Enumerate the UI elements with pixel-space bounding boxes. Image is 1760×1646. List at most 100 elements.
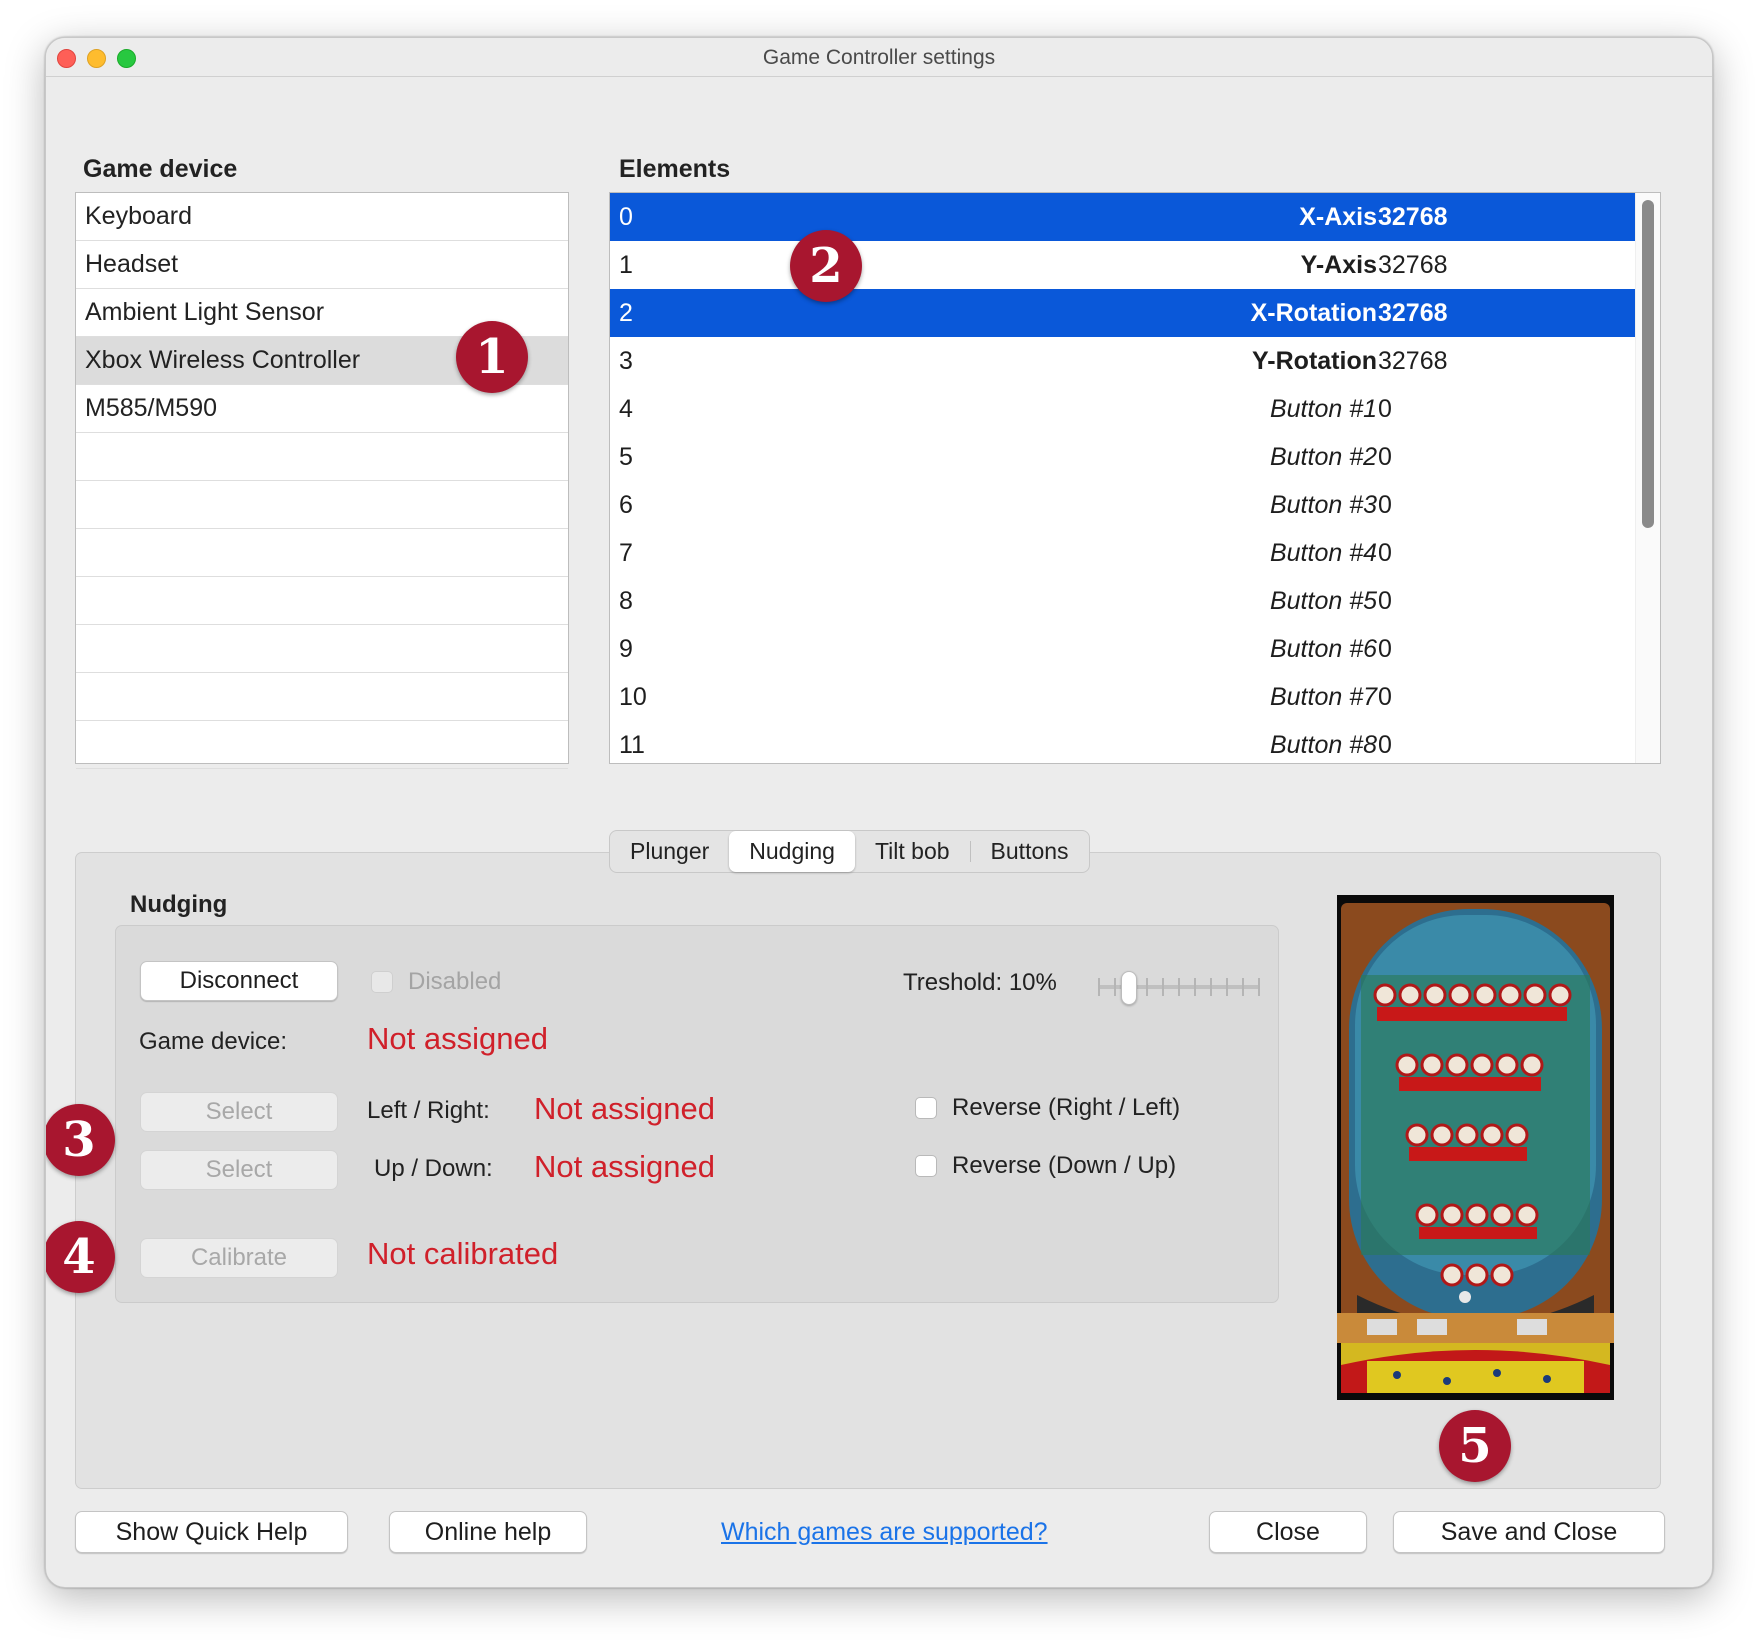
element-value: 0: [1378, 683, 1392, 711]
element-index: 10: [619, 683, 647, 711]
game-device-status: Not assigned: [367, 1021, 548, 1056]
disconnect-button[interactable]: Disconnect: [140, 961, 338, 1001]
game-device-item[interactable]: [76, 433, 568, 481]
element-row[interactable]: 4 Button #1 0: [610, 385, 1660, 433]
pinball-table-preview: [1337, 895, 1614, 1400]
slider-tick: [1146, 978, 1148, 996]
reverse-down-up-checkbox[interactable]: [915, 1155, 937, 1177]
calibrate-button[interactable]: Calibrate: [140, 1238, 338, 1278]
slider-tick: [1210, 978, 1212, 996]
reverse-right-left-checkbox[interactable]: [915, 1097, 937, 1119]
slider-tick: [1162, 978, 1164, 996]
element-name: Button #4: [1269, 539, 1377, 567]
up-down-label: Up / Down:: [374, 1155, 493, 1182]
save-and-close-button[interactable]: Save and Close: [1393, 1511, 1665, 1553]
element-value: 0: [1378, 635, 1392, 663]
disabled-label: Disabled: [408, 968, 502, 995]
callout-marker-5: 5: [1439, 1410, 1511, 1482]
element-name: Button #6: [1269, 635, 1377, 663]
element-value: 32768: [1378, 251, 1448, 279]
nudging-heading: Nudging: [130, 891, 228, 918]
calibration-status: Not calibrated: [367, 1236, 559, 1271]
close-button[interactable]: Close: [1209, 1511, 1367, 1553]
game-device-item[interactable]: Keyboard: [76, 193, 568, 241]
element-name: Button #7: [1269, 683, 1377, 711]
reverse-down-up-label: Reverse (Down / Up): [952, 1152, 1177, 1179]
select-up-down-button[interactable]: Select: [140, 1150, 338, 1190]
element-row[interactable]: 9 Button #6 0: [610, 625, 1660, 673]
element-row[interactable]: 1 Y-Axis 32768: [610, 241, 1660, 289]
game-device-item[interactable]: Headset: [76, 241, 568, 289]
show-quick-help-button[interactable]: Show Quick Help: [75, 1511, 348, 1553]
callout-marker-4: 4: [46, 1221, 115, 1293]
element-value: 32768: [1378, 299, 1448, 327]
element-row[interactable]: 8 Button #5 0: [610, 577, 1660, 625]
element-row[interactable]: 5 Button #2 0: [610, 433, 1660, 481]
element-row[interactable]: 0 X-Axis 32768: [610, 193, 1660, 241]
game-device-heading: Game device: [83, 155, 238, 183]
element-value: 0: [1378, 395, 1392, 423]
game-device-item[interactable]: [76, 721, 568, 769]
slider-tick: [1098, 978, 1100, 996]
element-name: Button #1: [1269, 395, 1377, 423]
element-row[interactable]: 11 Button #8 0: [610, 721, 1660, 763]
callout-marker-3: 3: [46, 1104, 115, 1176]
element-value: 32768: [1378, 347, 1448, 375]
slider-tick: [1242, 978, 1244, 996]
element-value: 0: [1378, 539, 1392, 567]
up-down-status: Not assigned: [534, 1149, 715, 1184]
elements-table[interactable]: 0 X-Axis 32768 1 Y-Axis 32768 2 X-Rotation 32768…: [609, 192, 1661, 764]
element-row[interactable]: 2 X-Rotation 32768: [610, 289, 1660, 337]
element-name: Y-Rotation: [1252, 347, 1377, 375]
game-device-item[interactable]: [76, 577, 568, 625]
elements-scrollbar[interactable]: [1635, 193, 1660, 763]
game-device-item[interactable]: [76, 481, 568, 529]
game-device-item[interactable]: [76, 625, 568, 673]
element-index: 5: [619, 443, 633, 471]
tab-nudging[interactable]: Nudging: [729, 831, 855, 872]
element-name: Button #2: [1269, 443, 1377, 471]
left-right-label: Left / Right:: [367, 1097, 490, 1124]
elements-heading: Elements: [619, 155, 731, 183]
online-help-button[interactable]: Online help: [389, 1511, 587, 1553]
disabled-checkbox[interactable]: [371, 971, 393, 993]
slider-tick: [1194, 978, 1196, 996]
element-value: 0: [1378, 587, 1392, 615]
callout-marker-2: 2: [790, 230, 862, 302]
element-row[interactable]: 3 Y-Rotation 32768: [610, 337, 1660, 385]
element-name: Button #3: [1269, 491, 1377, 519]
window-title: Game Controller settings: [762, 46, 996, 69]
game-device-label: Game device:: [139, 1028, 288, 1055]
slider-tick: [1114, 978, 1116, 996]
elements-scroll-thumb[interactable]: [1642, 200, 1654, 528]
element-index: 8: [619, 587, 633, 615]
title-bar[interactable]: Game Controller settings: [46, 38, 1712, 77]
game-device-item[interactable]: [76, 529, 568, 577]
element-index: 6: [619, 491, 633, 519]
element-value: 0: [1378, 491, 1392, 519]
element-name: Button #5: [1269, 587, 1377, 615]
element-row[interactable]: 7 Button #4 0: [610, 529, 1660, 577]
supported-games-link[interactable]: Which games are supported?: [721, 1518, 1048, 1547]
tab-tilt-bob[interactable]: Tilt bob: [855, 831, 970, 872]
tab-plunger[interactable]: Plunger: [610, 831, 729, 872]
tab-buttons[interactable]: Buttons: [971, 831, 1089, 872]
element-index: 11: [619, 731, 645, 759]
tab-bar: Plunger Nudging Tilt bob Buttons: [609, 830, 1090, 873]
element-value: 0: [1378, 731, 1392, 759]
slider-tick: [1226, 978, 1228, 996]
element-index: 3: [619, 347, 633, 375]
reverse-right-left-label: Reverse (Right / Left): [952, 1094, 1181, 1121]
element-row[interactable]: 6 Button #3 0: [610, 481, 1660, 529]
element-index: 7: [619, 539, 633, 567]
threshold-slider-knob[interactable]: [1121, 971, 1137, 1005]
element-row[interactable]: 10 Button #7 0: [610, 673, 1660, 721]
game-device-item[interactable]: [76, 673, 568, 721]
element-name: Y-Axis: [1300, 251, 1377, 279]
slider-tick: [1258, 978, 1260, 996]
element-name: Button #8: [1269, 731, 1377, 759]
element-index: 4: [619, 395, 633, 423]
game-device-list[interactable]: Keyboard Headset Ambient Light Sensor Xbox …: [75, 192, 569, 769]
element-name: X-Rotation: [1250, 299, 1377, 327]
select-left-right-button[interactable]: Select: [140, 1092, 338, 1132]
